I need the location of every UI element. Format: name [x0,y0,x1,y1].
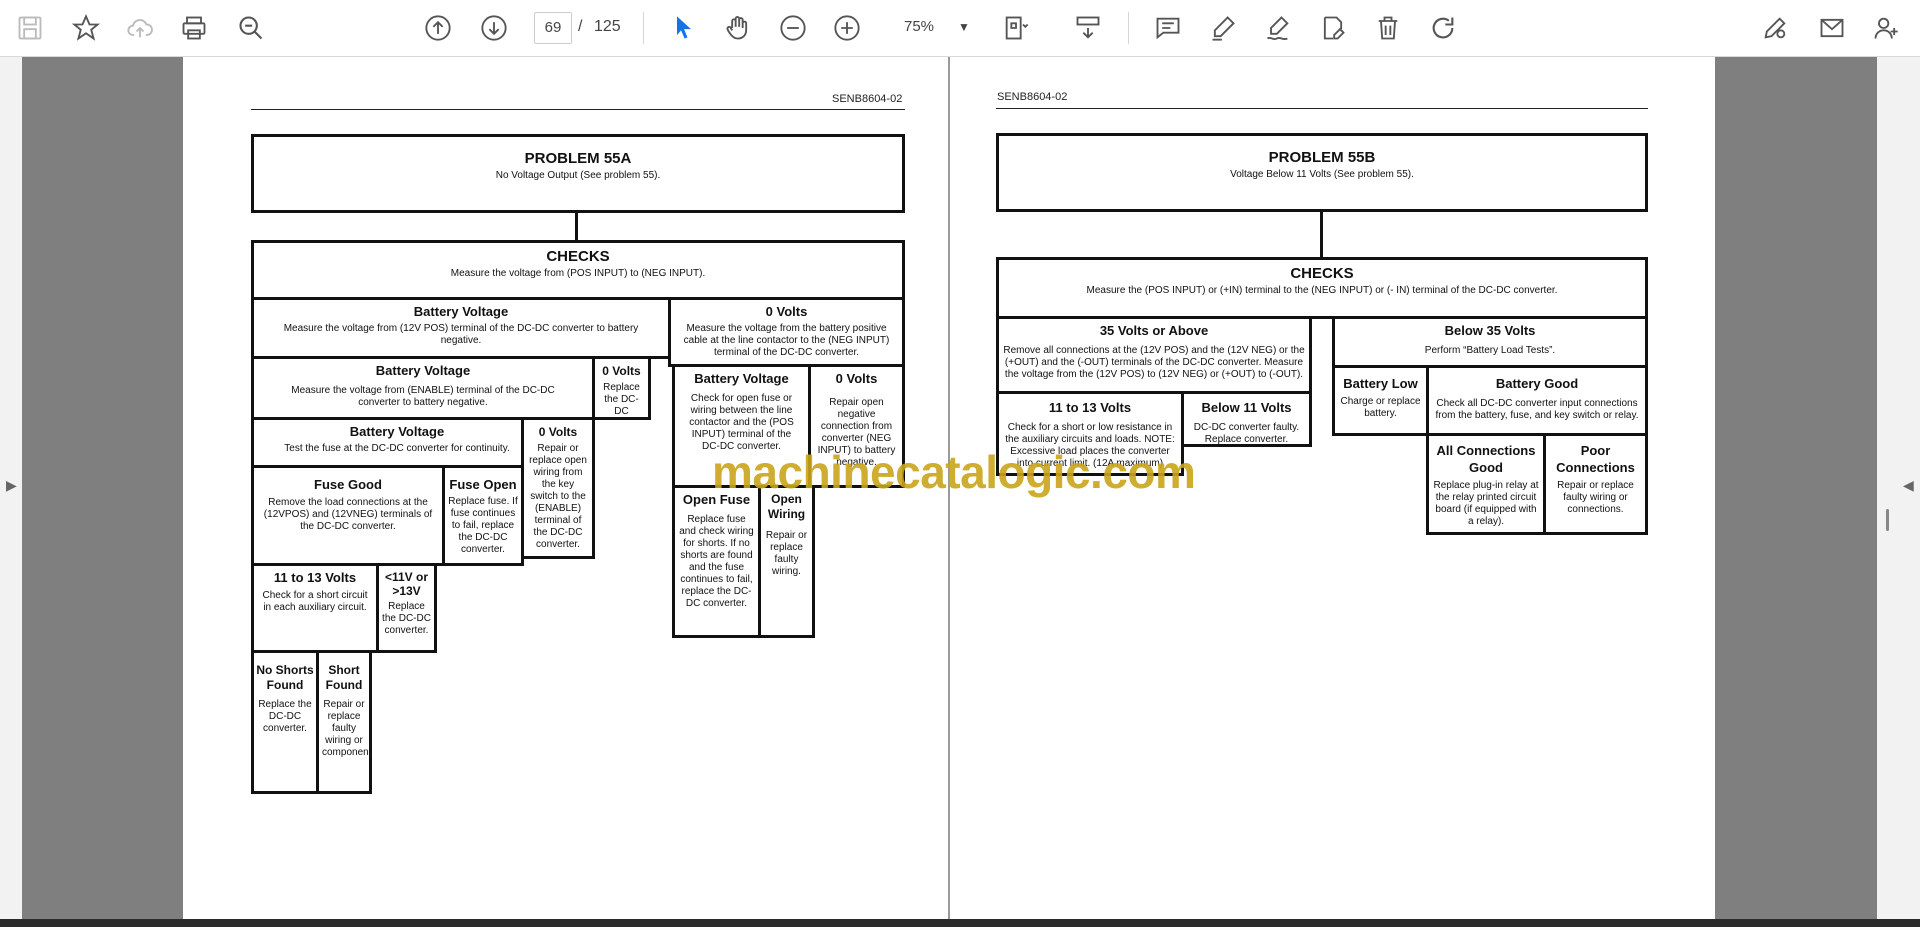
zoom-select[interactable]: 75% ▼ [884,12,980,42]
checks-title: CHECKS [546,248,610,265]
zoom-out-icon[interactable] [775,10,811,46]
print-icon[interactable] [176,10,212,46]
zero-volts-1: 0 Volts Measure the voltage from the bat… [668,297,905,367]
checks-text: Measure the voltage from (POS INPUT) to … [450,268,706,279]
document-viewport[interactable]: ▶ SENB8604-02 PROBLEM 55A No Voltage Out… [0,57,1920,919]
bottom-bar [0,919,1920,927]
fuse-open: Fuse Open Replace fuse. If fuse continue… [442,465,524,566]
delete-icon[interactable] [1370,10,1406,46]
toolbar: 69 / 125 75% ▼ [0,0,1920,57]
comment-icon[interactable] [1150,10,1186,46]
page-down-icon[interactable] [476,10,512,46]
scroll-mode-icon[interactable] [1070,10,1106,46]
rotate-icon[interactable] [1425,10,1461,46]
scrollbar-thumb[interactable] [1886,509,1889,531]
chevron-down-icon: ▼ [958,20,970,34]
search-zoom-icon[interactable] [233,10,269,46]
fuse-good: Fuse Good Remove the load connections at… [251,465,445,566]
page-number-input[interactable]: 69 [534,12,572,44]
fit-page-icon[interactable] [998,10,1034,46]
problem-title: PROBLEM 55A [524,150,632,167]
poor-connections: Poor Connections Repair or replace fault… [1543,433,1648,535]
bookmark-star-icon[interactable] [68,10,104,46]
doc-id: SENB8604-02 [997,91,1068,103]
battery-voltage-3: Battery Voltage Test the fuse at the DC-… [251,417,543,468]
page-up-icon[interactable] [420,10,456,46]
zoom-in-icon[interactable] [829,10,865,46]
highlight-pen-icon[interactable] [1205,10,1241,46]
zero-volts-3: 0 Volts Repair or replace open wiring fr… [521,417,595,559]
open-fuse: Open Fuse Replace fuse and check wiring … [672,485,761,638]
hand-icon[interactable] [720,10,756,46]
expand-left-icon[interactable]: ▶ [6,477,17,494]
problem-title: PROBLEM 55B [1268,149,1376,166]
out-of-range-volts: <11V or >13V Replace the DC-DC converter… [376,563,437,653]
add-user-icon[interactable] [1868,10,1904,46]
share-link-icon[interactable] [1757,10,1793,46]
problem-55b-box: PROBLEM 55B Voltage Below 11 Volts (See … [996,133,1648,212]
zoom-value: 75% [904,18,935,35]
all-connections-good: All Connections Good Replace plug-in rel… [1426,433,1546,535]
select-cursor-icon[interactable] [666,10,702,46]
checks-box: CHECKS Measure the (POS INPUT) or (+IN) … [996,257,1648,319]
thirty-five-volts-or-above: 35 Volts or Above Remove all connections… [996,316,1312,394]
problem-55a-box: PROBLEM 55A No Voltage Output (See probl… [251,134,905,213]
edit-pdf-icon[interactable] [1315,10,1351,46]
sign-icon[interactable] [1260,10,1296,46]
problem-text: No Voltage Output (See problem 55). [495,170,661,181]
battery-good: Battery Good Check all DC-DC converter i… [1426,365,1648,436]
page-separator: / [578,18,583,35]
below-eleven-volts: Below 11 Volts DC-DC converter faulty. R… [1181,391,1312,447]
battery-low: Battery Low Charge or replace battery. [1332,365,1429,436]
watermark-text: machinecatalogic.com [712,446,1196,498]
short-found: Short Found Repair or replace faulty wir… [316,650,372,794]
doc-id: SENB8604-02 [832,93,903,105]
page-total: 125 [594,18,621,35]
eleven-to-thirteen-volts: 11 to 13 Volts Check for a short circuit… [251,563,379,653]
right-gutter: ◀ [1877,57,1920,919]
save-icon[interactable] [12,10,48,46]
expand-right-icon[interactable]: ◀ [1903,477,1914,494]
email-icon[interactable] [1814,10,1850,46]
checks-box: CHECKS Measure the voltage from (POS INP… [251,240,905,300]
problem-text: Voltage Below 11 Volts (See problem 55). [1230,169,1414,180]
battery-voltage-1: Battery Voltage Measure the voltage from… [251,297,671,359]
battery-voltage-2: Battery Voltage Measure the voltage from… [251,356,595,420]
open-wiring: Open Wiring Repair or replace faulty wir… [758,485,815,638]
left-gutter: ▶ [0,57,22,919]
zero-volts-2: 0 Volts Replace the DC-DC converter. [592,356,651,420]
below-thirty-five-volts: Below 35 Volts Perform “Battery Load Tes… [1332,316,1648,368]
upload-cloud-icon[interactable] [122,10,158,46]
no-shorts-found: No Shorts Found Replace the DC-DC conver… [251,650,319,794]
checks-text: Measure the (POS INPUT) or (+IN) termina… [1086,285,1558,296]
checks-title: CHECKS [1290,265,1354,282]
